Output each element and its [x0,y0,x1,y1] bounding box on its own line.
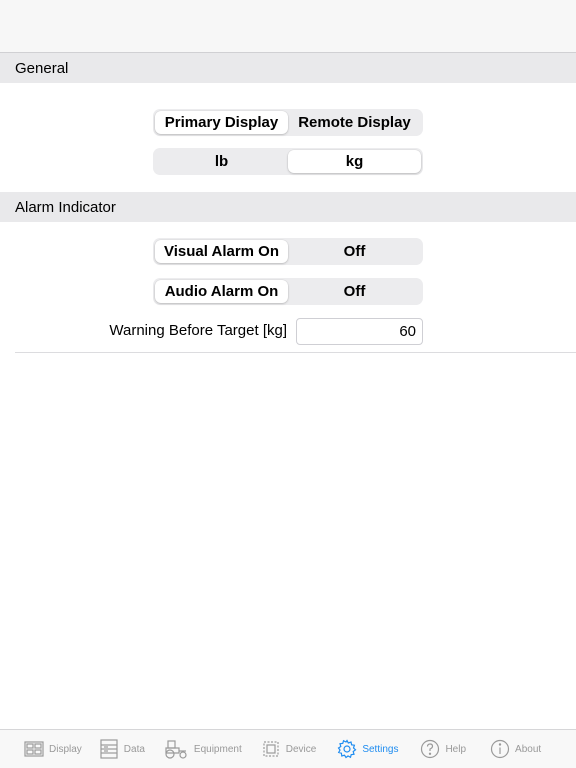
navigation-bar [0,0,576,53]
tab-data-label: Data [123,743,145,755]
unit-kg-option[interactable]: kg [288,150,421,173]
tab-about[interactable]: About [490,730,541,768]
audio-alarm-segmented-control: Audio Alarm On Off [153,278,423,305]
tab-settings-label: Settings [362,743,399,755]
audio-alarm-off-option[interactable]: Off [288,280,421,303]
tab-device-label: Device [285,743,317,755]
primary-display-option[interactable]: Primary Display [155,111,288,134]
row-separator [15,352,576,353]
display-segmented-control: Primary Display Remote Display [153,109,423,136]
visual-alarm-off-option[interactable]: Off [288,240,421,263]
tab-equipment-label: Equipment [193,743,242,755]
tractor-icon [165,739,189,759]
app-window: General Primary Display Remote Display l… [0,0,576,768]
tab-bar: Display Data Equipment Device Settings H… [0,729,576,768]
warning-before-target-label: Warning Before Target [kg] [109,322,287,339]
help-icon [420,739,440,759]
display-icon [24,739,44,759]
audio-alarm-on-option[interactable]: Audio Alarm On [155,280,288,303]
data-icon [99,739,119,759]
tab-equipment[interactable]: Equipment [165,730,242,768]
tab-data[interactable]: Data [99,730,145,768]
visual-alarm-on-option[interactable]: Visual Alarm On [155,240,288,263]
unit-lb-option[interactable]: lb [155,150,288,173]
alarm-indicator-section-header: Alarm Indicator [0,192,576,222]
tab-help-label: Help [445,743,467,755]
visual-alarm-segmented-control: Visual Alarm On Off [153,238,423,265]
tab-device[interactable]: Device [261,730,317,768]
warning-before-target-row: Warning Before Target [kg] 60 [0,318,576,345]
tab-settings[interactable]: Settings [337,730,398,768]
tab-display[interactable]: Display [24,730,82,768]
tab-display-label: Display [49,743,82,755]
tab-help[interactable]: Help [420,730,466,768]
remote-display-option[interactable]: Remote Display [288,111,421,134]
warning-before-target-input[interactable]: 60 [296,318,423,345]
unit-segmented-control: lb kg [153,148,423,175]
info-icon [490,739,510,759]
device-icon [261,739,281,759]
tab-about-label: About [515,743,542,755]
gear-icon [337,739,357,759]
general-section-header: General [0,53,576,83]
